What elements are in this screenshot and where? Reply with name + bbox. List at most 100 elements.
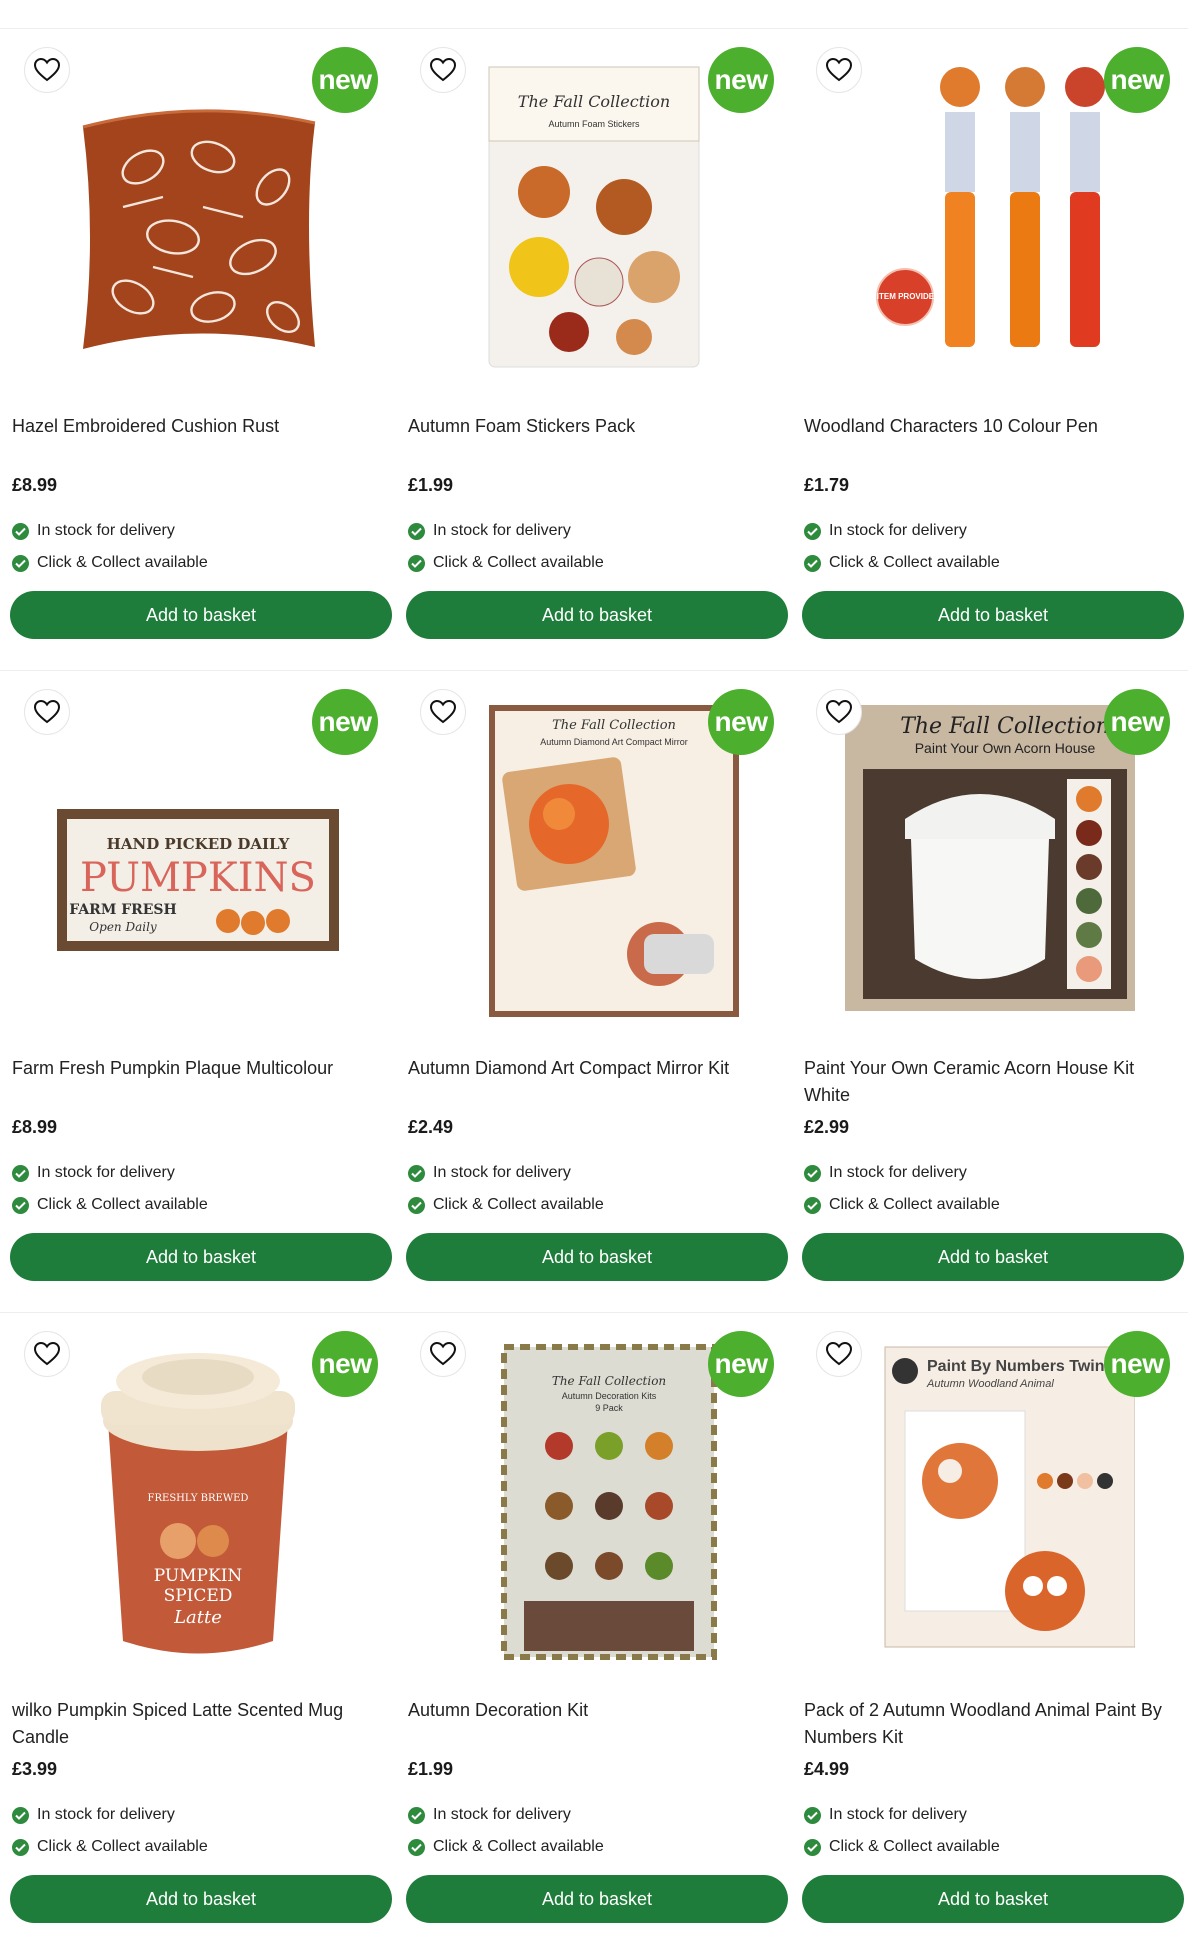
delivery-label: In stock for delivery: [829, 1164, 967, 1181]
product-price: £1.99: [408, 475, 454, 495]
check-icon: [804, 1838, 821, 1856]
product-card: new The Fall Collection Autumn Foam Stic…: [396, 28, 792, 670]
collect-label: Click & Collect available: [829, 1196, 1000, 1213]
collect-status: Click & Collect available: [804, 547, 1176, 579]
add-to-basket-button[interactable]: Add to basket: [406, 591, 788, 639]
add-to-basket-button[interactable]: Add to basket: [10, 1233, 392, 1281]
add-to-basket-button[interactable]: Add to basket: [10, 591, 392, 639]
product-image-area[interactable]: new The Fall Collection Autumn Diamond A…: [408, 679, 780, 1039]
plaque-line-1: HAND PICKED DAILY: [107, 835, 290, 853]
item-provided-sticker: 1 ITEM PROVIDED: [870, 292, 940, 301]
wishlist-heart-icon[interactable]: [24, 47, 70, 93]
check-icon: [408, 522, 425, 540]
product-image-area[interactable]: new 1 ITEM PROVIDED: [804, 37, 1176, 397]
collect-label: Click & Collect available: [37, 1838, 208, 1855]
pens-image: 1 ITEM PROVIDED: [870, 67, 1105, 347]
product-card: new Hazel Embroidered Cushion Rust £8.99…: [0, 28, 396, 670]
add-to-basket-button[interactable]: Add to basket: [10, 1875, 392, 1923]
wishlist-heart-icon[interactable]: [24, 1331, 70, 1377]
stickers-pack-image: The Fall Collection Autumn Foam Stickers: [488, 66, 700, 368]
product-image-area[interactable]: new: [12, 37, 384, 397]
product-title[interactable]: Farm Fresh Pumpkin Plaque Multicolour: [12, 1055, 384, 1109]
candle-image: FRESHLY BREWED PUMPKIN SPICED Latte: [101, 1353, 295, 1654]
new-badge: new: [1104, 689, 1170, 755]
check-icon: [12, 1164, 29, 1182]
delivery-status: In stock for delivery: [804, 1157, 1176, 1189]
check-icon: [804, 1196, 821, 1214]
pack-subtitle: Autumn Woodland Animal: [926, 1378, 1054, 1390]
delivery-label: In stock for delivery: [37, 1164, 175, 1181]
delivery-status: In stock for delivery: [804, 515, 1176, 547]
check-icon: [12, 1838, 29, 1856]
pack-subtitle: Autumn Decoration Kits: [562, 1391, 657, 1401]
add-to-basket-button[interactable]: Add to basket: [802, 1875, 1184, 1923]
wishlist-heart-icon[interactable]: [24, 689, 70, 735]
pack-title: Paint By Numbers Twin P: [927, 1358, 1120, 1375]
product-image-area[interactable]: new Paint By Numbers Twin P Autumn Woodl…: [804, 1321, 1176, 1681]
pack-title: The Fall Collection: [900, 714, 1110, 739]
new-badge: new: [708, 47, 774, 113]
cup-line-4: Latte: [173, 1607, 222, 1628]
product-title[interactable]: Woodland Characters 10 Colour Pen: [804, 413, 1176, 467]
new-badge: new: [1104, 47, 1170, 113]
availability: In stock for delivery Click & Collect av…: [12, 1157, 384, 1221]
wishlist-heart-icon[interactable]: [420, 1331, 466, 1377]
product-title[interactable]: Autumn Foam Stickers Pack: [408, 413, 780, 467]
plaque-line-2: PUMPKINS: [80, 855, 316, 901]
check-icon: [804, 1806, 821, 1824]
product-image-area[interactable]: new HAND PICKED DAILY PUMPKINS FARM FRES…: [12, 679, 384, 1039]
plaque-line-4: Open Daily: [89, 920, 157, 934]
add-to-basket-button[interactable]: Add to basket: [802, 1233, 1184, 1281]
product-title[interactable]: Autumn Diamond Art Compact Mirror Kit: [408, 1055, 780, 1109]
product-image-area[interactable]: new The Fall Collection Paint Your Own A…: [804, 679, 1176, 1039]
wishlist-heart-icon[interactable]: [816, 1331, 862, 1377]
collect-label: Click & Collect available: [37, 554, 208, 571]
availability: In stock for delivery Click & Collect av…: [804, 1799, 1176, 1863]
collect-status: Click & Collect available: [804, 1189, 1176, 1221]
check-icon: [804, 554, 821, 572]
cup-line-1: FRESHLY BREWED: [148, 1493, 249, 1504]
collect-status: Click & Collect available: [804, 1831, 1176, 1863]
availability: In stock for delivery Click & Collect av…: [804, 1157, 1176, 1221]
delivery-status: In stock for delivery: [408, 1799, 780, 1831]
add-to-basket-button[interactable]: Add to basket: [406, 1233, 788, 1281]
new-badge: new: [312, 689, 378, 755]
product-image-area[interactable]: new The Fall Collection Autumn Foam Stic…: [408, 37, 780, 397]
product-title[interactable]: Paint Your Own Ceramic Acorn House Kit W…: [804, 1055, 1176, 1109]
product-card: new The Fall Collection Autumn Decoratio…: [396, 1312, 792, 1954]
product-card: new The Fall Collection Paint Your Own A…: [792, 670, 1188, 1312]
collect-label: Click & Collect available: [433, 1196, 604, 1213]
check-icon: [408, 1164, 425, 1182]
collect-status: Click & Collect available: [12, 1189, 384, 1221]
plaque-line-3: FARM FRESH: [69, 902, 177, 918]
collect-status: Click & Collect available: [12, 1831, 384, 1863]
delivery-status: In stock for delivery: [12, 1157, 384, 1189]
wishlist-heart-icon[interactable]: [420, 689, 466, 735]
add-to-basket-button[interactable]: Add to basket: [802, 591, 1184, 639]
delivery-label: In stock for delivery: [37, 522, 175, 539]
collect-label: Click & Collect available: [829, 1838, 1000, 1855]
pack-subtitle: Autumn Foam Stickers: [548, 119, 640, 129]
product-title[interactable]: Hazel Embroidered Cushion Rust: [12, 413, 384, 467]
wishlist-heart-icon[interactable]: [420, 47, 466, 93]
collect-status: Click & Collect available: [408, 1189, 780, 1221]
add-to-basket-button[interactable]: Add to basket: [406, 1875, 788, 1923]
product-title[interactable]: wilko Pumpkin Spiced Latte Scented Mug C…: [12, 1697, 384, 1751]
decoration-kit-image: The Fall Collection Autumn Decoration Ki…: [501, 1344, 717, 1660]
pack-title: The Fall Collection: [518, 92, 670, 111]
collect-label: Click & Collect available: [829, 554, 1000, 571]
new-badge: new: [312, 1331, 378, 1397]
wishlist-heart-icon[interactable]: [816, 47, 862, 93]
product-grid: new Hazel Embroidered Cushion Rust £8.99…: [0, 28, 1200, 1954]
product-title[interactable]: Pack of 2 Autumn Woodland Animal Paint B…: [804, 1697, 1176, 1751]
delivery-label: In stock for delivery: [433, 1164, 571, 1181]
product-price: £2.99: [804, 1117, 850, 1137]
delivery-label: In stock for delivery: [829, 522, 967, 539]
product-image-area[interactable]: new The Fall Collection Autumn Decoratio…: [408, 1321, 780, 1681]
product-title[interactable]: Autumn Decoration Kit: [408, 1697, 780, 1751]
product-image-area[interactable]: new FRESHLY BREWED PUMPKIN SPICED Latte: [12, 1321, 384, 1681]
new-badge: new: [1104, 1331, 1170, 1397]
delivery-status: In stock for delivery: [408, 1157, 780, 1189]
wishlist-heart-icon[interactable]: [816, 689, 862, 735]
product-price: £4.99: [804, 1759, 850, 1779]
